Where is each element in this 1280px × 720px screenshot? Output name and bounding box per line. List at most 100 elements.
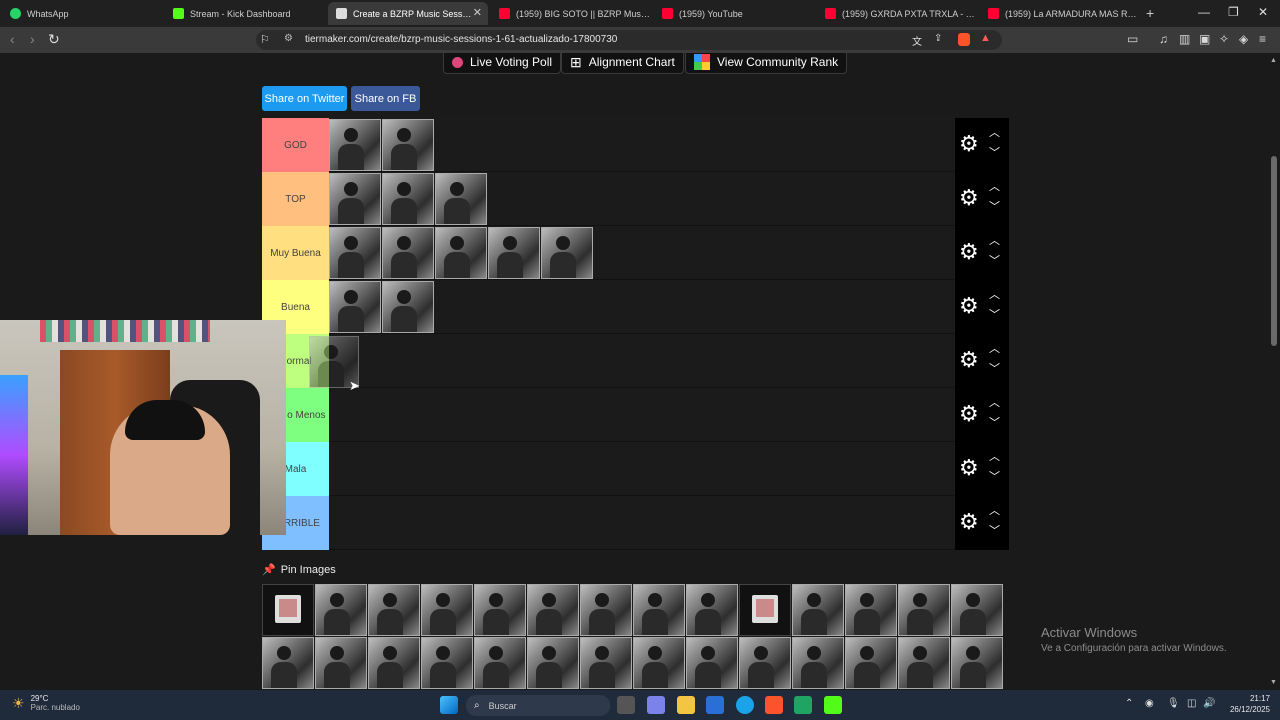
- weather-widget[interactable]: ☀ 29°C Parc. nublado: [12, 694, 80, 712]
- task-view-icon[interactable]: [617, 696, 635, 714]
- close-window-icon[interactable]: ✕: [1258, 5, 1268, 19]
- app-icon[interactable]: [794, 696, 812, 714]
- taskbar-clock[interactable]: 21:17 26/12/2025: [1222, 693, 1270, 715]
- pool-item[interactable]: [686, 584, 738, 636]
- tier-label[interactable]: GOD: [262, 118, 329, 172]
- gear-icon[interactable]: ⚙: [959, 294, 979, 318]
- translate-icon[interactable]: 文: [912, 33, 922, 48]
- tier-item[interactable]: [329, 173, 381, 225]
- windows-start-icon[interactable]: [440, 696, 458, 714]
- pool-item[interactable]: [474, 637, 526, 689]
- tier-item[interactable]: [541, 227, 593, 279]
- pool-item[interactable]: [527, 637, 579, 689]
- store-icon[interactable]: [706, 696, 724, 714]
- volume-icon[interactable]: 🔊: [1203, 698, 1215, 709]
- chevron-down-icon[interactable]: ﹀: [989, 468, 1000, 484]
- tier-item[interactable]: [488, 227, 540, 279]
- reload-icon[interactable]: ↻: [48, 31, 60, 48]
- gear-icon[interactable]: ⚙: [959, 456, 979, 480]
- chevron-down-icon[interactable]: ﹀: [989, 252, 1000, 268]
- teams-icon[interactable]: [647, 696, 665, 714]
- pool-item[interactable]: [368, 584, 420, 636]
- tier-item[interactable]: [382, 227, 434, 279]
- tab-tiermaker[interactable]: Create a BZRP Music Sessions 1 ✕: [328, 2, 488, 25]
- share-fb-button[interactable]: Share on FB: [351, 86, 420, 111]
- gear-icon[interactable]: ⚙: [959, 186, 979, 210]
- share-icon[interactable]: ⇪: [934, 33, 942, 44]
- alignment-chart-button[interactable]: ⊞ Alignment Chart: [561, 53, 684, 74]
- tier-item[interactable]: [329, 227, 381, 279]
- pool-item[interactable]: [262, 584, 314, 636]
- menu-icon[interactable]: ≡: [1259, 32, 1266, 46]
- pool-item[interactable]: [315, 637, 367, 689]
- tier-item[interactable]: [382, 281, 434, 333]
- chevron-down-icon[interactable]: ﹀: [989, 522, 1000, 538]
- brave-rewards-icon[interactable]: ▲: [980, 32, 991, 44]
- scroll-up-icon[interactable]: ▲: [1270, 57, 1277, 64]
- music-icon[interactable]: ♫: [1159, 32, 1168, 46]
- scroll-down-icon[interactable]: ▼: [1270, 679, 1277, 686]
- pool-item[interactable]: [580, 637, 632, 689]
- pool-item[interactable]: [315, 584, 367, 636]
- pool-item[interactable]: [951, 637, 1003, 689]
- pool-item[interactable]: [845, 637, 897, 689]
- live-voting-button[interactable]: Live Voting Poll: [443, 53, 562, 74]
- chevron-down-icon[interactable]: ﹀: [989, 198, 1000, 214]
- address-bar[interactable]: ⚐ ⚙ tiermaker.com/create/bzrp-music-sess…: [256, 30, 1002, 50]
- pool-item[interactable]: [421, 637, 473, 689]
- tab-youtube-gxrda[interactable]: (1959) GXRDA PXTA TRXLA - YouTub: [817, 2, 977, 25]
- leo-icon[interactable]: ✧: [1219, 32, 1229, 46]
- pool-item[interactable]: [898, 637, 950, 689]
- gear-icon[interactable]: ⚙: [959, 402, 979, 426]
- tier-label[interactable]: Muy Buena: [262, 226, 329, 280]
- chevron-up-icon[interactable]: ︿: [989, 448, 1000, 464]
- network-icon[interactable]: ◫: [1187, 698, 1196, 709]
- pool-item[interactable]: [845, 584, 897, 636]
- pool-item[interactable]: [368, 637, 420, 689]
- tier-item[interactable]: [329, 281, 381, 333]
- chevron-up-icon[interactable]: ︿: [989, 502, 1000, 518]
- tab-youtube-bigsoto[interactable]: (1959) BIG SOTO || BZRP Music S: [491, 2, 651, 25]
- chevron-up-icon[interactable]: ︿: [989, 340, 1000, 356]
- bookmark-icon[interactable]: ⚐: [260, 33, 270, 46]
- chevron-down-icon[interactable]: ﹀: [989, 360, 1000, 376]
- file-explorer-icon[interactable]: [677, 696, 695, 714]
- gear-icon[interactable]: ⚙: [959, 132, 979, 156]
- tab-kick[interactable]: Stream - Kick Dashboard: [165, 2, 325, 25]
- new-tab-button[interactable]: +: [1146, 5, 1154, 21]
- site-info-icon[interactable]: ⚙: [284, 33, 293, 44]
- pool-item[interactable]: [474, 584, 526, 636]
- tier-label[interactable]: TOP: [262, 172, 329, 226]
- tab-whatsapp[interactable]: WhatsApp: [2, 2, 162, 25]
- page-scrollbar[interactable]: ▲ ▼: [1268, 53, 1280, 690]
- scrollbar-thumb[interactable]: [1271, 156, 1277, 346]
- pool-item[interactable]: [686, 637, 738, 689]
- forward-icon[interactable]: ›: [30, 31, 35, 47]
- taskbar-search[interactable]: ⌕ Buscar: [466, 695, 610, 716]
- tier-item[interactable]: [329, 119, 381, 171]
- pool-item[interactable]: [633, 637, 685, 689]
- wallet-icon[interactable]: ▣: [1199, 32, 1210, 46]
- share-twitter-button[interactable]: Share on Twitter: [262, 86, 347, 111]
- tray-app-icon[interactable]: ◉: [1145, 698, 1154, 709]
- brave-shields-icon[interactable]: [958, 33, 970, 46]
- picture-in-picture-icon[interactable]: ▭: [1127, 32, 1138, 46]
- chevron-up-icon[interactable]: ︿: [989, 286, 1000, 302]
- url-text[interactable]: tiermaker.com/create/bzrp-music-sessions…: [305, 34, 617, 45]
- pool-item[interactable]: [527, 584, 579, 636]
- sidebar-icon[interactable]: ▥: [1179, 32, 1190, 46]
- tier-item[interactable]: [382, 173, 434, 225]
- gear-icon[interactable]: ⚙: [959, 240, 979, 264]
- pool-item[interactable]: [792, 637, 844, 689]
- tier-item[interactable]: [435, 227, 487, 279]
- pool-item[interactable]: [898, 584, 950, 636]
- minimize-icon[interactable]: —: [1198, 5, 1210, 19]
- gear-icon[interactable]: ⚙: [959, 348, 979, 372]
- chevron-down-icon[interactable]: ﹀: [989, 414, 1000, 430]
- pool-item[interactable]: [580, 584, 632, 636]
- chevron-down-icon[interactable]: ﹀: [989, 306, 1000, 322]
- tier-item[interactable]: [382, 119, 434, 171]
- chevron-up-icon[interactable]: ︿: [989, 394, 1000, 410]
- pool-item[interactable]: [633, 584, 685, 636]
- pool-item[interactable]: [421, 584, 473, 636]
